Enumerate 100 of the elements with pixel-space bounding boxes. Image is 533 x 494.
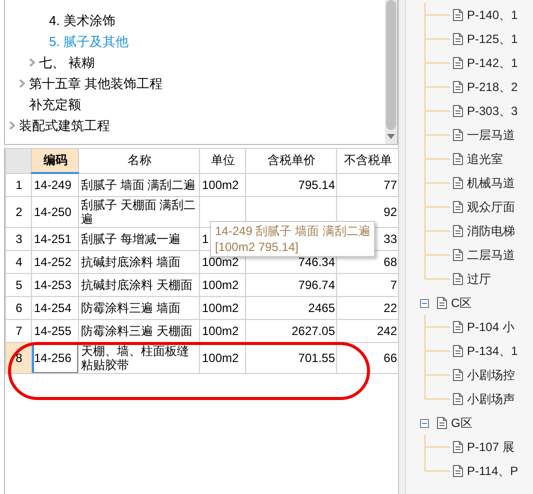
connector-line xyxy=(424,51,450,75)
table-cell: 天棚、墙、柱面板缝粘贴胶带 xyxy=(78,342,200,374)
tree-item[interactable]: C区 xyxy=(451,294,472,312)
document-icon xyxy=(453,105,463,117)
table-cell: 14-250 xyxy=(32,196,78,228)
tree-item[interactable]: 一层马道 xyxy=(467,126,515,144)
table-cell: 防霉涂料三遍 墙面 xyxy=(78,296,200,320)
connector-line xyxy=(424,75,450,99)
document-icon xyxy=(453,225,463,237)
connector-line xyxy=(424,147,450,171)
table-cell: 刮腻子 天棚面 满刮二遍 xyxy=(78,196,200,228)
column-header[interactable]: 不含税单 xyxy=(336,148,398,173)
table-cell: 100m2 xyxy=(200,320,246,342)
document-icon xyxy=(453,345,463,357)
document-icon xyxy=(453,33,463,45)
chevron-icon[interactable] xyxy=(29,58,35,67)
tree-item[interactable]: 小剧场声 xyxy=(467,390,515,408)
table-cell: 14-255 xyxy=(32,320,78,342)
table-cell: 刮腻子 每增减一遍 xyxy=(78,228,200,250)
table-cell: 100m2 xyxy=(200,296,246,320)
document-icon xyxy=(453,57,463,69)
connector-line xyxy=(424,195,450,219)
collapse-icon[interactable] xyxy=(420,418,429,428)
table-cell: 22 xyxy=(336,296,398,320)
row-number: 2 xyxy=(6,196,32,228)
connector-line xyxy=(424,339,450,363)
tree-item[interactable]: 装配式建筑工程 xyxy=(19,116,110,134)
tree-item[interactable]: 补充定额 xyxy=(29,96,81,114)
connector-line xyxy=(424,99,450,123)
chevron-icon[interactable] xyxy=(19,79,25,88)
tree-item[interactable]: P-303、3 xyxy=(467,102,518,120)
document-icon xyxy=(453,249,463,261)
connector-line xyxy=(424,3,450,27)
table-cell: 7 xyxy=(336,274,398,296)
tree-item[interactable]: P-140、1 xyxy=(467,6,518,24)
tree-item[interactable]: 消防电梯 xyxy=(467,222,515,240)
row-number: 4 xyxy=(6,250,32,274)
column-header[interactable]: 含税单价 xyxy=(246,148,336,173)
document-icon xyxy=(437,297,447,309)
column-header[interactable]: 编码 xyxy=(32,148,78,173)
tree-item[interactable]: P-142、1 xyxy=(467,54,518,72)
tree-item[interactable]: P-107 展 xyxy=(467,438,514,456)
tree-item[interactable]: P-125、1 xyxy=(467,30,518,48)
document-icon xyxy=(453,9,463,21)
tree-item[interactable]: 机械马道 xyxy=(467,174,515,192)
tree-item[interactable]: 第十五章 其他装饰工程 xyxy=(29,74,163,92)
collapse-icon[interactable] xyxy=(420,298,429,308)
table-cell: 防霉涂料三遍 天棚面 xyxy=(78,320,200,342)
scroll-down-icon[interactable] xyxy=(387,134,395,139)
tree-item[interactable]: G区 xyxy=(451,414,472,432)
connector-line xyxy=(424,219,450,243)
tree-item[interactable]: 4. 美术涂饰 xyxy=(49,12,116,30)
tree-item[interactable]: 过厅 xyxy=(467,270,491,288)
table-cell: 14-249 xyxy=(32,173,78,196)
table-cell: 抗碱封底涂料 墙面 xyxy=(78,250,200,274)
connector-line xyxy=(424,171,450,195)
document-icon xyxy=(453,393,463,405)
tree-item[interactable]: 追光室 xyxy=(467,150,503,168)
table-cell: 795.14 xyxy=(246,173,336,196)
row-number: 3 xyxy=(6,228,32,250)
table-cell: 77 xyxy=(336,173,398,196)
row-number: 7 xyxy=(6,320,32,342)
tree-item[interactable]: 观众厅面 xyxy=(467,198,515,216)
chevron-icon[interactable] xyxy=(9,121,15,130)
tree-item[interactable]: P-114、P xyxy=(467,462,518,480)
row-number: 1 xyxy=(6,173,32,196)
table-cell: 抗碱封底涂料 天棚面 xyxy=(78,274,200,296)
scrollbar[interactable] xyxy=(385,0,397,144)
table-cell: 100m2 xyxy=(200,274,246,296)
table-cell: 242 xyxy=(336,320,398,342)
tree-item[interactable]: 二层马道 xyxy=(467,246,515,264)
table-cell: 2465 xyxy=(246,296,336,320)
document-icon xyxy=(453,465,463,477)
table-cell: 14-252 xyxy=(32,250,78,274)
document-icon xyxy=(453,177,463,189)
document-icon xyxy=(453,201,463,213)
tree-item[interactable]: 小剧场控 xyxy=(467,366,515,384)
table-cell: 100m2 xyxy=(200,173,246,196)
connector-line xyxy=(424,123,450,147)
document-icon xyxy=(453,273,463,285)
column-header[interactable]: 名称 xyxy=(78,148,200,173)
table-cell: 796.74 xyxy=(246,274,336,296)
tree-item[interactable]: P-104 小 xyxy=(467,318,514,336)
row-number: 6 xyxy=(6,296,32,320)
document-icon xyxy=(453,153,463,165)
table-cell: 14-253 xyxy=(32,274,78,296)
connector-line xyxy=(424,315,450,339)
tree-item[interactable]: P-218、2 xyxy=(467,78,518,96)
column-header[interactable]: 单位 xyxy=(200,148,246,173)
document-icon xyxy=(453,369,463,381)
document-icon xyxy=(453,129,463,141)
table-cell: 14-251 xyxy=(32,228,78,250)
document-icon xyxy=(453,441,463,453)
table-cell: 刮腻子 墙面 满刮二遍 xyxy=(78,173,200,196)
connector-line xyxy=(424,27,450,51)
document-icon xyxy=(453,321,463,333)
tree-item[interactable]: P-134、1 xyxy=(467,342,518,360)
document-icon xyxy=(437,417,447,429)
tree-item[interactable]: 七、 裱糊 xyxy=(39,54,95,72)
table-cell: 2627.05 xyxy=(246,320,336,342)
